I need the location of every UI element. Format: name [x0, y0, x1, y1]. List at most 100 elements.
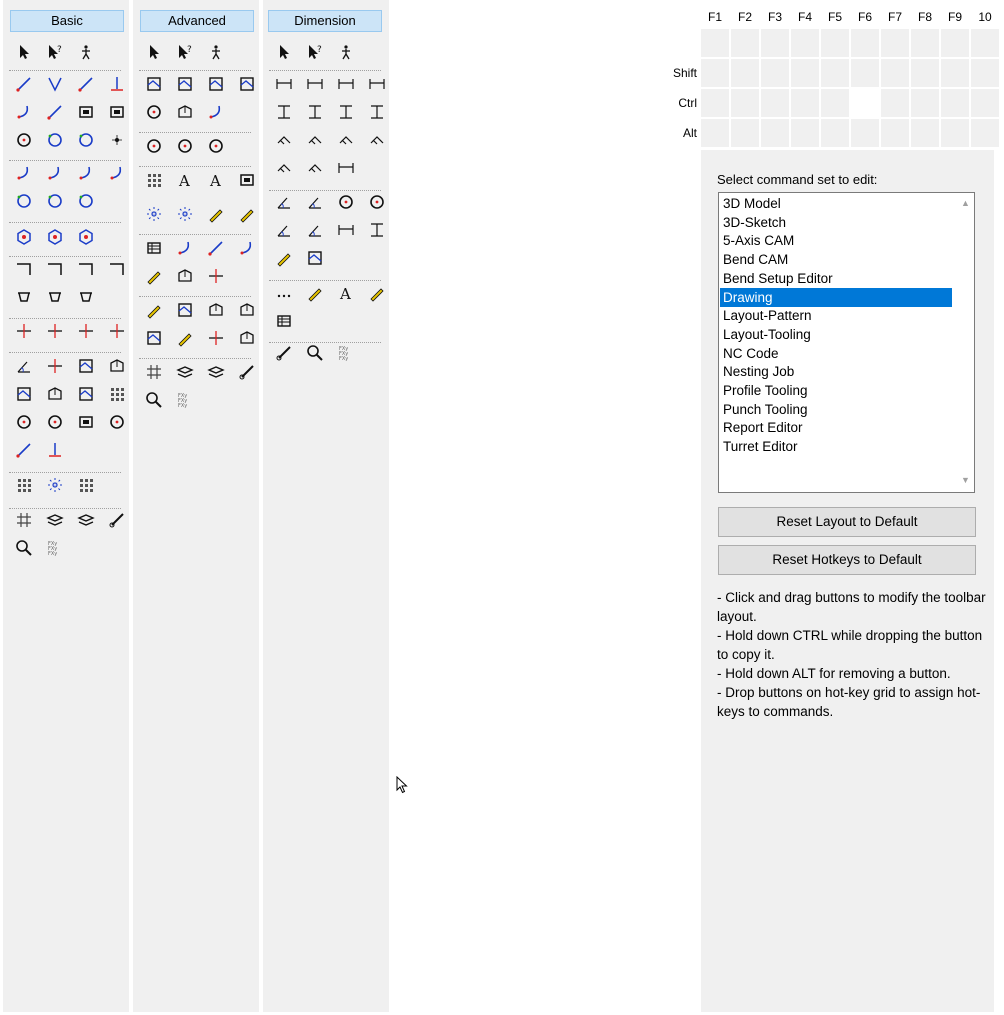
hotkey-slot[interactable]	[761, 119, 790, 148]
pencil-tool-icon[interactable]	[143, 265, 165, 287]
hotkey-slot[interactable]	[821, 119, 850, 148]
command-set-item[interactable]: Layout-Pattern	[720, 306, 952, 325]
square-tool-icon[interactable]	[143, 73, 165, 95]
grid-tool-icon[interactable]	[13, 474, 35, 496]
circ-tool-icon[interactable]	[174, 135, 196, 157]
square-tool-icon[interactable]	[75, 355, 97, 377]
hotkey-slot[interactable]	[881, 59, 910, 88]
hex-tool-icon[interactable]	[75, 226, 97, 248]
vline-tool-icon[interactable]	[44, 73, 66, 95]
rect-tool-icon[interactable]	[236, 169, 258, 191]
tab-advanced[interactable]: Advanced	[140, 10, 254, 32]
dimh-tool-icon[interactable]	[304, 73, 326, 95]
line-tool-icon[interactable]	[44, 101, 66, 123]
circ2-tool-icon[interactable]	[44, 190, 66, 212]
square-tool-icon[interactable]	[236, 73, 258, 95]
trim-tool-icon[interactable]	[13, 320, 35, 342]
dimd-tool-icon[interactable]	[273, 129, 295, 151]
circ-tool-icon[interactable]	[366, 191, 388, 213]
arrowq-tool-icon[interactable]: ?	[174, 41, 196, 63]
hotkey-slot[interactable]	[881, 89, 910, 118]
line-tool-icon[interactable]	[13, 73, 35, 95]
rect-tool-icon[interactable]	[106, 101, 128, 123]
hotkey-slot[interactable]	[851, 59, 880, 88]
command-set-item[interactable]: Bend Setup Editor	[720, 269, 952, 288]
command-set-item[interactable]: Punch Tooling	[720, 400, 952, 419]
dimh-tool-icon[interactable]	[335, 157, 357, 179]
person-tool-icon[interactable]	[335, 41, 357, 63]
scroll-down-icon[interactable]: ▼	[961, 475, 970, 485]
table-tool-icon[interactable]	[273, 310, 295, 332]
hotkey-slot[interactable]	[731, 119, 760, 148]
bowl-tool-icon[interactable]	[44, 286, 66, 308]
arc-tool-icon[interactable]	[205, 101, 227, 123]
circ-tool-icon[interactable]	[106, 411, 128, 433]
fonts-tool-icon[interactable]: FXy FXy FXy	[335, 342, 357, 364]
bowl-tool-icon[interactable]	[75, 286, 97, 308]
dimv-tool-icon[interactable]	[273, 101, 295, 123]
hotkey-slot[interactable]	[701, 59, 730, 88]
arrow-tool-icon[interactable]	[143, 41, 165, 63]
circ-tool-icon[interactable]	[143, 101, 165, 123]
dimd-tool-icon[interactable]	[366, 129, 388, 151]
shape-tool-icon[interactable]	[106, 355, 128, 377]
table-tool-icon[interactable]	[143, 237, 165, 259]
square-tool-icon[interactable]	[75, 383, 97, 405]
shape-tool-icon[interactable]	[44, 383, 66, 405]
command-set-item[interactable]: Turret Editor	[720, 437, 952, 456]
hotkey-slot[interactable]	[911, 119, 940, 148]
trim-tool-icon[interactable]	[75, 320, 97, 342]
command-set-list[interactable]: 3D Model 3D-Sketch 5-Axis CAM Bend CAM Bend …	[718, 192, 975, 493]
corner-tool-icon[interactable]	[13, 258, 35, 280]
hash-tool-icon[interactable]	[143, 361, 165, 383]
pencil-tool-icon[interactable]	[304, 282, 326, 304]
dimd-tool-icon[interactable]	[335, 129, 357, 151]
hotkey-slot[interactable]	[941, 29, 970, 58]
hash-tool-icon[interactable]	[13, 509, 35, 531]
hotkey-slot[interactable]	[941, 119, 970, 148]
hotkey-slot[interactable]	[881, 119, 910, 148]
layers-tool-icon[interactable]	[205, 361, 227, 383]
trim-tool-icon[interactable]	[205, 327, 227, 349]
square-tool-icon[interactable]	[205, 73, 227, 95]
hotkey-slot[interactable]	[911, 59, 940, 88]
dimv-tool-icon[interactable]	[335, 101, 357, 123]
fonts-tool-icon[interactable]: FXy FXy FXy	[44, 537, 66, 559]
scroll-up-icon[interactable]: ▲	[961, 198, 970, 208]
pencil-tool-icon[interactable]	[174, 327, 196, 349]
spark-tool-icon[interactable]	[44, 474, 66, 496]
line-tool-icon[interactable]	[205, 237, 227, 259]
reset-hotkeys-button[interactable]: Reset Hotkeys to Default	[718, 545, 976, 575]
arc-tool-icon[interactable]	[44, 162, 66, 184]
dimv-tool-icon[interactable]	[304, 101, 326, 123]
grid-tool-icon[interactable]	[75, 474, 97, 496]
person-tool-icon[interactable]	[205, 41, 227, 63]
dimh-tool-icon[interactable]	[335, 73, 357, 95]
person-tool-icon[interactable]	[75, 41, 97, 63]
command-set-item[interactable]: Profile Tooling	[720, 381, 952, 400]
tab-basic[interactable]: Basic	[10, 10, 124, 32]
circ2-tool-icon[interactable]	[44, 129, 66, 151]
dimd-tool-icon[interactable]	[273, 157, 295, 179]
brush-tool-icon[interactable]	[273, 342, 295, 364]
shape-tool-icon[interactable]	[174, 265, 196, 287]
command-set-item[interactable]: Layout-Tooling	[720, 325, 952, 344]
dimd-tool-icon[interactable]	[304, 129, 326, 151]
tab-dimension[interactable]: Dimension	[268, 10, 382, 32]
angle-tool-icon[interactable]	[273, 191, 295, 213]
square-tool-icon[interactable]	[143, 327, 165, 349]
dimh-tool-icon[interactable]	[335, 219, 357, 241]
pencil-tool-icon[interactable]	[366, 282, 388, 304]
circ2-tool-icon[interactable]	[75, 129, 97, 151]
hotkey-slot[interactable]	[731, 59, 760, 88]
zoom-tool-icon[interactable]	[13, 537, 35, 559]
rect-tool-icon[interactable]	[75, 411, 97, 433]
circ2-tool-icon[interactable]	[13, 190, 35, 212]
hotkey-slot[interactable]	[791, 59, 820, 88]
hotkey-slot[interactable]	[971, 119, 1000, 148]
zoom-tool-icon[interactable]	[304, 342, 326, 364]
pencil-tool-icon[interactable]	[143, 299, 165, 321]
arc-tool-icon[interactable]	[106, 162, 128, 184]
arrowq-tool-icon[interactable]: ?	[304, 41, 326, 63]
dimv-tool-icon[interactable]	[366, 101, 388, 123]
